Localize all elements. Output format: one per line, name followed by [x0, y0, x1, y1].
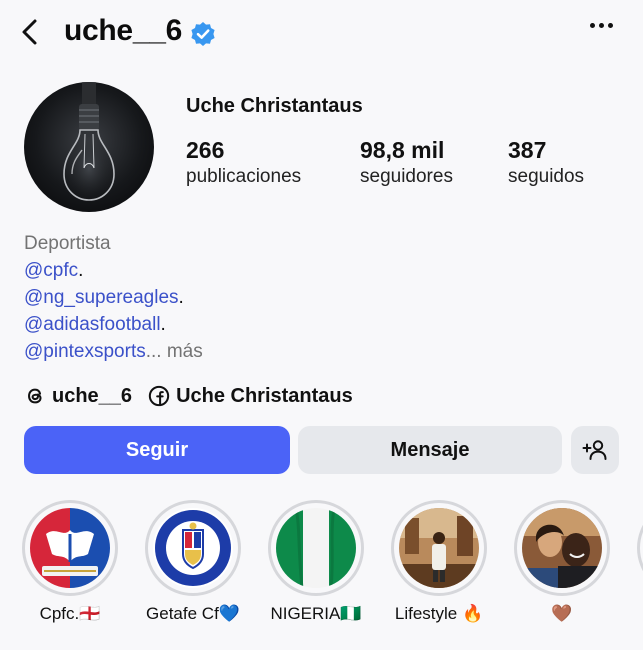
highlight-label: Cpfc.🏴󠁧󠁢󠁥󠁮󠁧󠁿	[39, 604, 101, 623]
threads-icon	[28, 388, 42, 404]
selfie-photo	[522, 508, 602, 588]
crystal-palace-crest	[30, 508, 110, 588]
chevron-left-icon	[22, 19, 37, 45]
stat-following-label: seguidos	[508, 166, 585, 187]
stat-followers[interactable]: 98,8 mil seguidores	[360, 136, 453, 190]
mention-link[interactable]: @cpfc	[24, 260, 78, 281]
bio-line: @cpfc.	[24, 260, 84, 281]
bio-line: @adidasfootball.	[24, 314, 166, 335]
facebook-link[interactable]: Uche Christantaus	[176, 385, 353, 408]
highlight-label: NIGERIA🇳🇬	[270, 604, 362, 623]
highlight-label: Lifestyle 🔥	[394, 604, 484, 623]
profile-username: uche__6	[64, 14, 182, 47]
mention-link[interactable]: @ng_supereagles	[24, 287, 179, 308]
highlight-item[interactable]: Getafe Cf💙	[145, 500, 241, 624]
mention-link[interactable]: @pintexsports	[24, 341, 146, 362]
highlight-label: Getafe Cf💙	[146, 604, 240, 623]
threads-link[interactable]: uche__6	[52, 385, 132, 408]
back-button[interactable]	[14, 16, 46, 48]
stat-posts-label: publicaciones	[186, 166, 302, 187]
person-add-icon	[582, 440, 607, 460]
highlight-item[interactable]: NIGERIA🇳🇬	[268, 500, 364, 624]
stat-following-value: 387	[508, 137, 547, 163]
lightbulb-photo	[63, 82, 115, 201]
stat-followers-label: seguidores	[360, 166, 453, 187]
profile-links: uche__6 Uche Christantaus	[24, 383, 353, 409]
suggest-users-button[interactable]	[571, 426, 619, 474]
top-bar: uche__6	[0, 0, 643, 68]
highlight-label: 🤎	[551, 604, 573, 623]
highlight-item[interactable]: 🤎	[514, 500, 610, 624]
bio-category: Deportista	[24, 233, 111, 254]
profile-bio: Deportista @cpfc. @ng_supereagles. @adid…	[24, 230, 203, 365]
follow-button[interactable]: Seguir	[24, 426, 290, 474]
more-horizontal-icon	[590, 23, 595, 28]
getafe-crest	[153, 508, 233, 588]
more-options-button[interactable]	[590, 23, 613, 28]
stat-posts[interactable]: 266 publicaciones	[186, 136, 301, 190]
nigeria-flag	[276, 508, 356, 588]
lifestyle-photo	[399, 508, 479, 588]
bio-line: @ng_supereagles.	[24, 287, 184, 308]
bio-more-button[interactable]: ... más	[146, 341, 203, 362]
stat-following[interactable]: 387 seguidos	[508, 136, 584, 190]
stat-posts-value: 266	[186, 137, 225, 163]
highlight-item[interactable]: Cpfc.🏴󠁧󠁢󠁥󠁮󠁧󠁿	[22, 500, 118, 624]
profile-avatar[interactable]	[24, 82, 154, 212]
profile-full-name: Uche Christantaus	[186, 95, 363, 117]
facebook-icon	[148, 385, 170, 407]
bio-line: @pintexsports... más	[24, 338, 203, 365]
story-highlights: Cpfc.🏴󠁧󠁢󠁥󠁮󠁧󠁿 Getafe Cf💙	[0, 500, 643, 640]
stat-followers-value: 98,8 mil	[360, 137, 445, 163]
highlight-item[interactable]: Lifestyle 🔥	[391, 500, 487, 624]
message-button[interactable]: Mensaje	[298, 426, 562, 474]
mention-link[interactable]: @adidasfootball	[24, 314, 161, 335]
verified-badge-icon	[191, 22, 215, 46]
highlight-item[interactable]	[637, 500, 643, 596]
